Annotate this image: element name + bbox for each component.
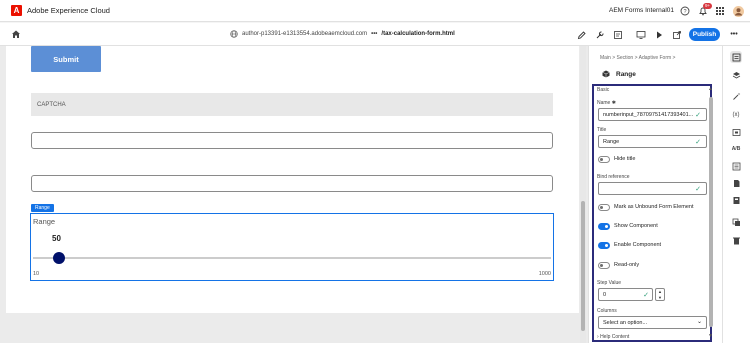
trash-icon[interactable] — [730, 234, 742, 246]
help-content-section[interactable]: › Help Content — [597, 334, 629, 340]
title-field[interactable]: Range ✓ — [598, 135, 707, 148]
range-track[interactable] — [33, 257, 551, 259]
properties-icon[interactable] — [730, 51, 742, 63]
panel-scrollbar[interactable]: ▲ ▼ — [707, 84, 717, 342]
document-icon[interactable] — [730, 177, 742, 189]
variables-icon[interactable]: (x) — [730, 109, 742, 121]
emulator-icon[interactable] — [635, 29, 647, 41]
panel-title: Range — [616, 70, 636, 78]
svg-text:?: ? — [683, 9, 686, 15]
more-menu-button[interactable]: ••• — [728, 28, 740, 40]
adobe-logo[interactable]: A — [11, 5, 22, 16]
publish-button[interactable]: Publish — [689, 28, 720, 41]
edit-mode-icon[interactable] — [576, 29, 588, 41]
form-canvas-area: Submit CAPTCHA Range Range 50 10 1000 — [0, 46, 588, 343]
section-label: Basic — [597, 87, 610, 93]
step-value-label: Step Value — [597, 280, 622, 286]
check-icon: ✓ — [695, 112, 701, 119]
hide-title-label: Hide title — [614, 156, 636, 162]
rule-editor-icon[interactable] — [730, 126, 742, 138]
scrollbar-thumb[interactable] — [581, 201, 585, 331]
data-source-icon[interactable] — [730, 194, 742, 206]
selected-component-tag: Range — [31, 204, 54, 212]
check-icon: ✓ — [643, 292, 649, 299]
check-icon: ✓ — [695, 139, 701, 146]
range-slider-handle[interactable] — [53, 252, 66, 264]
cube-icon — [602, 70, 610, 78]
url-more-button[interactable]: ••• — [371, 31, 377, 37]
enable-component-label: Enable Component — [614, 242, 662, 248]
range-component[interactable]: Range 50 10 1000 — [30, 213, 554, 281]
step-value: 0 — [603, 291, 607, 298]
help-content-label: Help Content — [600, 334, 630, 340]
form-canvas: Submit CAPTCHA Range Range 50 10 1000 — [6, 46, 579, 313]
editor-toolbar: author-p13391-e1313554.adobeaemcloud.com… — [0, 23, 750, 46]
name-label: Name ✱ — [597, 100, 616, 106]
breadcrumb[interactable]: Main > Section > Adaptive Form > — [600, 55, 675, 61]
check-icon: ✓ — [695, 186, 701, 193]
columns-label: Columns — [597, 308, 617, 314]
show-component-label: Show Component — [614, 223, 658, 229]
range-min-label: 10 — [33, 271, 40, 277]
text-field[interactable] — [31, 175, 553, 192]
title-value: Range — [603, 138, 620, 145]
org-switcher[interactable]: AEM Forms Internal01 — [609, 7, 674, 14]
help-icon[interactable]: ? — [679, 5, 691, 17]
layers-icon[interactable] — [730, 69, 742, 81]
chevron-down-icon: ⌄ — [696, 319, 702, 325]
text-field[interactable] — [31, 132, 553, 149]
home-icon[interactable] — [10, 28, 22, 40]
range-max-label: 1000 — [538, 271, 551, 277]
name-value: numberinput_78709751417393401... — [603, 111, 693, 118]
page-info-icon[interactable] — [612, 29, 624, 41]
scroll-down-icon[interactable]: ▼ — [708, 333, 713, 339]
name-field[interactable]: numberinput_78709751417393401... ✓ — [598, 108, 707, 121]
wrench-icon[interactable] — [594, 29, 606, 41]
open-external-icon[interactable] — [671, 29, 683, 41]
host-name: author-p13391-e1313554.adobeaemcloud.com — [242, 31, 368, 37]
submit-button[interactable]: Submit — [31, 46, 101, 72]
show-component-toggle[interactable] — [598, 223, 610, 230]
captcha-field[interactable]: CAPTCHA — [31, 93, 553, 116]
apps-grid-icon[interactable] — [714, 5, 726, 17]
read-only-label: Read-only — [614, 262, 640, 268]
step-value-stepper[interactable]: ▲ ▼ — [655, 288, 665, 301]
basic-properties-section: Basic Name ✱ numberinput_787097514173934… — [592, 84, 712, 342]
properties-panel: Main > Section > Adaptive Form > Range B… — [588, 46, 722, 343]
preview-play-icon[interactable] — [653, 29, 665, 41]
right-rail: (x) A/B — [722, 46, 750, 343]
columns-dropdown[interactable]: Select an option... ⌄ — [598, 316, 707, 329]
code-icon[interactable] — [730, 160, 742, 172]
top-bar: A Adobe Experience Cloud AEM Forms Inter… — [0, 0, 750, 22]
columns-placeholder: Select an option... — [603, 319, 648, 326]
scroll-up-icon[interactable]: ▲ — [708, 86, 713, 92]
enable-component-toggle[interactable] — [598, 242, 610, 249]
avatar[interactable] — [732, 5, 744, 17]
scrollbar-thumb[interactable] — [709, 97, 713, 327]
title-label: Title — [597, 127, 607, 133]
ab-test-icon[interactable]: A/B — [730, 143, 742, 155]
magic-wand-icon[interactable] — [730, 90, 742, 102]
panel-header: Range — [602, 70, 636, 78]
bind-reference-field[interactable]: ✓ — [598, 182, 707, 195]
hide-title-toggle[interactable] — [598, 156, 610, 163]
copy-icon[interactable] — [730, 216, 742, 228]
step-value-field[interactable]: 0 ✓ — [598, 288, 653, 301]
notification-badge: 9+ — [703, 3, 713, 9]
page-url: author-p13391-e1313554.adobeaemcloud.com… — [230, 30, 455, 38]
page-path: /tax-calculation-form.html — [381, 31, 455, 37]
app-title[interactable]: Adobe Experience Cloud — [27, 6, 110, 15]
globe-icon — [230, 30, 238, 38]
unbound-label: Mark as Unbound Form Element — [614, 204, 694, 210]
bind-reference-label: Bind reference — [597, 174, 630, 180]
unbound-toggle[interactable] — [598, 204, 610, 211]
range-value: 50 — [52, 234, 61, 243]
canvas-scrollbar[interactable] — [580, 46, 586, 343]
read-only-toggle[interactable] — [598, 262, 610, 269]
range-title: Range — [33, 217, 56, 226]
